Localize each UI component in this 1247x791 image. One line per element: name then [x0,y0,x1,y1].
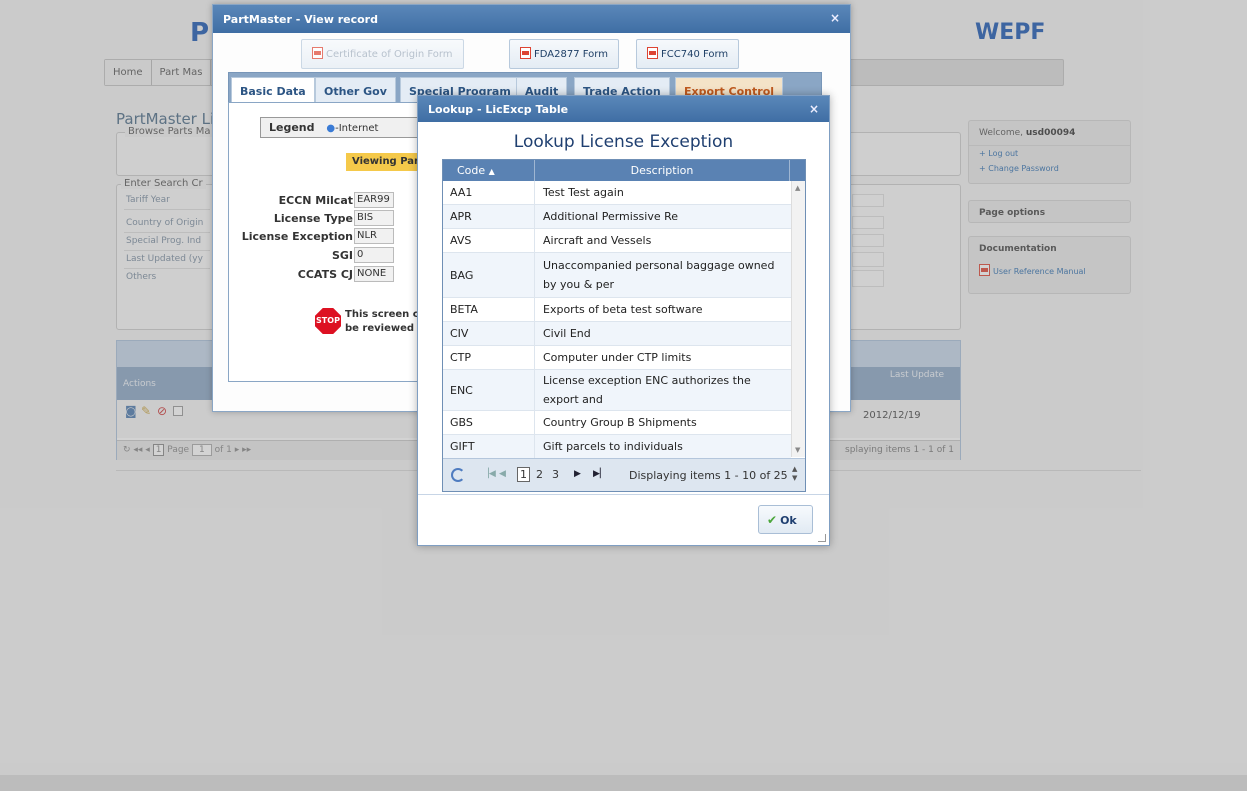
license-exception-value[interactable]: NLR [354,228,394,244]
close-icon[interactable]: × [809,102,819,116]
partmaster-title: PartMaster - View record [223,13,378,26]
table-row[interactable]: GBS Country Group B Shipments [443,411,791,435]
page-size-stepper[interactable]: ▲ ▼ [792,465,797,483]
table-body: AA1 Test Test again APR Additional Permissi… [443,181,791,459]
table-row[interactable]: BETA Exports of beta test software [443,298,791,322]
code-cell: CTP [443,346,535,369]
eccn-milcat-label: ECCN Milcat [278,194,353,207]
partmaster-title-bar[interactable]: PartMaster - View record × [213,5,850,33]
tab-other-gov[interactable]: Other Gov [315,77,396,103]
first-page-icon[interactable]: ▕◀ [482,469,496,479]
pdf-icon [520,47,531,59]
code-cell: GBS [443,411,535,434]
description-cell: Additional Permissive Re [543,210,679,223]
lookup-dialog: Lookup - LicExcp Table × Lookup License … [417,95,830,546]
certificate-of-origin-button[interactable]: Certificate of Origin Form [301,39,464,69]
license-exception-label: License Exception [241,230,353,243]
page-link-1[interactable]: 1 [517,467,530,482]
prev-page-icon[interactable]: ◀ [499,469,506,479]
next-page-icon[interactable]: ▶ [574,469,581,479]
code-cell: BETA [443,298,535,321]
sort-asc-icon: ▲ [488,167,495,176]
resize-handle-icon[interactable] [818,534,826,542]
table-row[interactable]: CTP Computer under CTP limits [443,346,791,370]
refresh-icon[interactable] [451,468,465,482]
table-row[interactable]: CIV Civil End [443,322,791,346]
pdf-icon [647,47,658,59]
description-cell: Country Group B Shipments [543,416,697,429]
legend-item: ●-Internet [326,123,378,134]
close-icon[interactable]: × [830,11,840,25]
divider [418,494,829,495]
sgi-label: SGI [331,249,353,262]
description-cell: Computer under CTP limits [543,351,692,364]
description-cell: License exception ENC authorizes the exp… [543,374,751,406]
checkmark-icon: ✔ [767,513,778,527]
sgi-value: 0 [354,247,394,263]
license-exception-table: Code ▲ Description AA1 Test Test again APR… [442,159,806,492]
table-row[interactable]: AVS Aircraft and Vessels [443,229,791,253]
license-type-label: License Type [273,212,353,225]
table-pager: ▕◀ ◀ 1 2 3 ▶ ▶▏ Displaying items 1 - 10 … [443,458,805,491]
lookup-title-bar[interactable]: Lookup - LicExcp Table × [418,96,829,122]
viewing-banner: Viewing Part M [346,153,426,171]
description-cell: Test Test again [543,186,624,199]
legend-label: Legend [269,121,315,134]
table-row[interactable]: GIFT Gift parcels to individuals [443,435,791,459]
description-cell: Civil End [543,327,591,340]
code-cell: APR [443,205,535,228]
stop-icon: STOP [315,308,341,334]
description-column-header[interactable]: Description [535,160,790,181]
eccn-milcat-value: EAR99 [354,192,394,208]
description-cell: Unaccompanied personal baggage owned by … [543,259,775,291]
description-cell: Gift parcels to individuals [543,440,683,453]
table-scrollbar[interactable]: ▲ ▼ [791,181,805,457]
globe-icon: ● [326,123,336,134]
table-row[interactable]: AA1 Test Test again [443,181,791,205]
ccats-cj-label: CCATS CJ [297,268,353,281]
fda2877-button-label: FDA2877 Form [534,49,608,60]
code-cell: AA1 [443,181,535,204]
code-cell: BAG [443,253,535,297]
pdf-icon [312,47,323,59]
lookup-heading: Lookup License Exception [513,132,734,152]
tab-basic-data[interactable]: Basic Data [231,77,315,103]
fcc740-button-label: FCC740 Form [661,49,729,60]
table-header: Code ▲ Description [443,160,805,181]
ok-button[interactable]: ✔ Ok [758,505,813,534]
description-cell: Exports of beta test software [543,303,703,316]
code-column-header[interactable]: Code ▲ [443,160,535,181]
fcc740-button[interactable]: FCC740 Form [636,39,740,69]
code-cell: CIV [443,322,535,345]
ccats-cj-value: NONE [354,266,394,282]
description-cell: Aircraft and Vessels [543,234,652,247]
code-cell: AVS [443,229,535,252]
legend-bar: Legend ●-Internet [260,117,425,138]
last-page-icon[interactable]: ▶▏ [593,469,607,479]
table-row[interactable]: ENC License exception ENC authorizes the … [443,370,791,411]
table-row[interactable]: BAG Unaccompanied personal baggage owned … [443,253,791,298]
scroll-up-icon[interactable]: ▲ [795,184,800,192]
page-link-2[interactable]: 2 [536,468,543,481]
table-row[interactable]: APR Additional Permissive Re [443,205,791,229]
code-cell: ENC [443,370,535,410]
page-link-3[interactable]: 3 [552,468,559,481]
code-column-label: Code [457,164,486,177]
license-type-value: BIS [354,210,394,226]
lookup-title: Lookup - LicExcp Table [428,103,569,116]
certificate-button-label: Certificate of Origin Form [326,49,453,60]
display-count: Displaying items 1 - 10 of 25 [629,469,788,482]
code-cell: GIFT [443,435,535,458]
fda2877-button[interactable]: FDA2877 Form [509,39,619,69]
legend-item-label: -Internet [335,123,379,134]
ok-button-label: Ok [780,514,797,527]
scroll-down-icon[interactable]: ▼ [795,446,800,454]
